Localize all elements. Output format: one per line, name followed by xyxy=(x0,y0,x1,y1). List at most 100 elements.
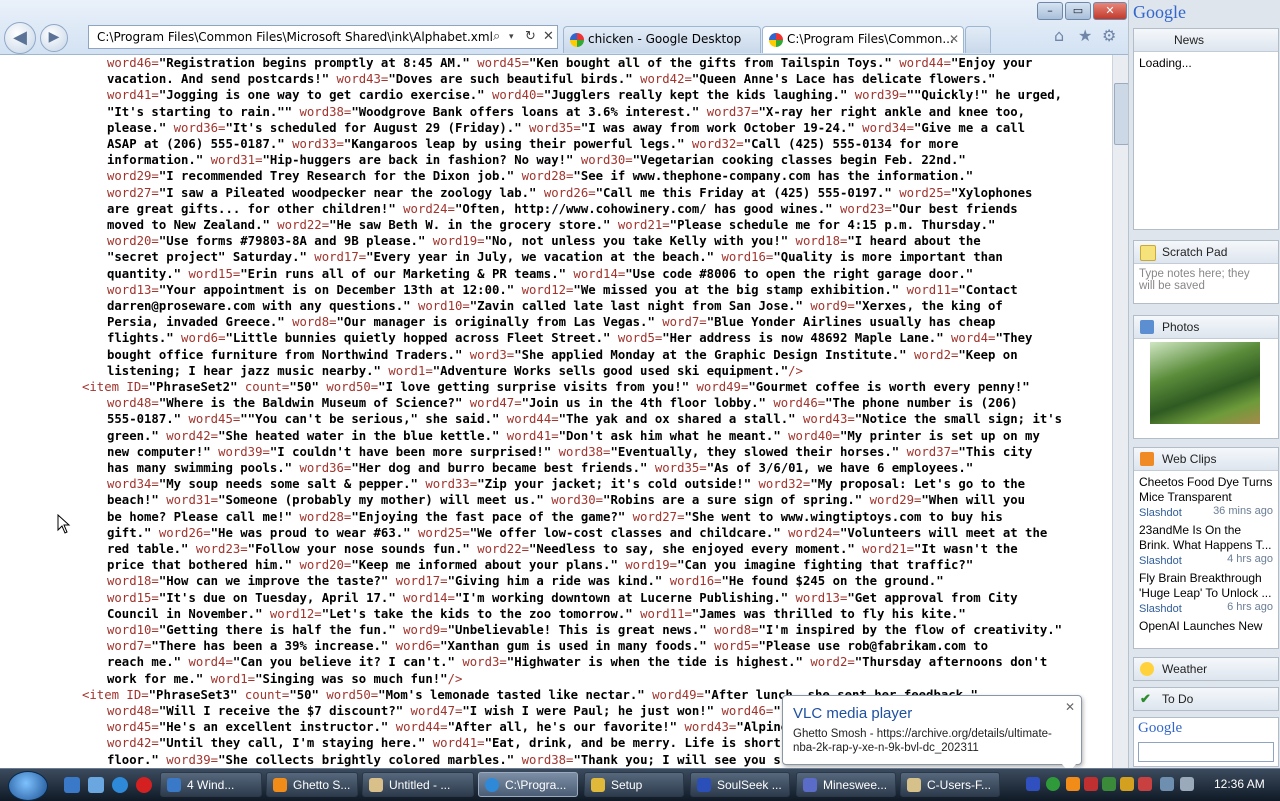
show-desktop-icon[interactable] xyxy=(64,777,80,793)
minimize-button[interactable]: – xyxy=(1037,2,1063,20)
xml-attribute-value: "Enjoy your xyxy=(951,56,1033,70)
gear-icon[interactable]: ⚙ xyxy=(1102,26,1116,45)
tray-icon[interactable] xyxy=(1046,777,1060,791)
xml-attribute-name: word7= xyxy=(662,315,707,330)
maximize-button[interactable]: ▭ xyxy=(1065,2,1091,20)
close-icon[interactable]: ✕ xyxy=(1065,700,1075,714)
xml-attribute-value: "I wish I were Paul; he just won!" xyxy=(462,704,722,718)
taskbar-label: Untitled - ... xyxy=(389,778,451,792)
xml-attribute-line: listening; I hear jazz music nearby." wo… xyxy=(107,364,803,378)
xml-attribute-value: "I love getting surprise visits from you… xyxy=(378,380,697,394)
vlc-notification[interactable]: VLC media player Ghetto Smosh - https://… xyxy=(782,695,1082,772)
xml-attribute-value: green." xyxy=(107,428,167,443)
home-icon[interactable]: ⌂ xyxy=(1054,26,1064,45)
xml-attribute-name: word19= xyxy=(432,234,485,249)
xml-attribute-value: "X-ray her right ankle and knee too, xyxy=(758,104,1026,119)
taskbar-item[interactable]: SoulSeek ... xyxy=(690,772,790,797)
tray-icon[interactable] xyxy=(1120,777,1134,791)
start-button[interactable] xyxy=(8,771,48,801)
xml-attribute-value: "Join us in the 4th floor lobby." xyxy=(521,396,774,411)
volume-icon[interactable] xyxy=(1180,777,1194,791)
network-icon[interactable] xyxy=(1160,777,1174,791)
xml-attribute-name: word36= xyxy=(173,120,226,135)
xml-attribute-name: word28= xyxy=(299,509,352,524)
taskbar-item[interactable]: Setup xyxy=(584,772,684,797)
taskbar-label: Mineswee... xyxy=(823,778,888,792)
scrollbar-thumb[interactable] xyxy=(1114,83,1129,145)
tray-icon[interactable] xyxy=(1102,777,1116,791)
xml-attribute-name: word47= xyxy=(410,704,463,718)
internet-explorer-icon[interactable] xyxy=(112,777,128,793)
refresh-icon[interactable]: ↻ xyxy=(525,26,536,48)
todo-gadget[interactable]: ✔ To Do xyxy=(1133,687,1279,711)
todo-header[interactable]: ✔ To Do xyxy=(1134,688,1278,710)
xml-attribute-value: "Kangaroos leap by using their powerful … xyxy=(343,137,692,151)
xml-attribute-name: word39= xyxy=(218,444,270,459)
xml-attribute-value: "PhraseSet3" xyxy=(148,687,245,702)
xml-attribute-value: "As of 3/6/01, we have 6 employees." xyxy=(706,461,974,475)
taskbar-item[interactable]: Mineswee... xyxy=(796,772,896,797)
tab-google-desktop[interactable]: chicken - Google Desktop xyxy=(563,26,761,53)
xml-attribute-line: word15="It's due on Tuesday, April 17." … xyxy=(107,591,1018,605)
taskbar-label: Setup xyxy=(611,778,643,792)
weather-gadget[interactable]: Weather xyxy=(1133,657,1279,681)
search-icon[interactable]: ⌕ xyxy=(493,26,500,48)
xml-attribute-value: "Will I receive the $7 discount?" xyxy=(158,704,411,718)
opera-icon[interactable] xyxy=(136,777,152,793)
xml-attribute-value: work for me." xyxy=(107,671,211,686)
taskbar-item[interactable]: C-Users-F... xyxy=(900,772,1000,797)
tray-icon[interactable] xyxy=(1084,777,1098,791)
weather-header[interactable]: Weather xyxy=(1134,658,1278,680)
stop-icon[interactable]: ✕ xyxy=(543,26,554,48)
minesweeper-icon xyxy=(803,778,817,792)
xml-attribute-value: "Use forms #79803-8A and 9B please." xyxy=(158,234,433,249)
taskbar-item[interactable]: Untitled - ... xyxy=(362,772,474,797)
taskbar-item[interactable]: 4 Wind... xyxy=(160,772,262,797)
back-button[interactable]: ◀ xyxy=(4,22,36,54)
google-search-input[interactable] xyxy=(1138,742,1274,762)
news-header[interactable]: News xyxy=(1134,29,1278,52)
xml-attribute-name: word34= xyxy=(862,120,914,135)
clip-title: Cheetos Food Dye Turns Mice Transparent xyxy=(1139,475,1273,504)
forest-photo[interactable] xyxy=(1150,342,1260,424)
clock[interactable]: 12:36 AM xyxy=(1214,777,1265,791)
xml-attribute-value: new computer!" xyxy=(107,444,219,459)
tab-alphabet-xml[interactable]: C:\Program Files\Common... ✕ xyxy=(762,26,964,53)
tray-icon[interactable] xyxy=(1026,777,1040,791)
web-clip-item[interactable]: Fly Brain Breakthrough 'Huge Leap' To Un… xyxy=(1139,571,1273,615)
web-clips-header[interactable]: Web Clips xyxy=(1134,448,1278,471)
news-gadget: News Loading... xyxy=(1133,28,1279,230)
xml-attribute-value: "Robins are a sure sign of spring." xyxy=(603,493,870,508)
xml-attribute-value: price that bothered him." xyxy=(107,558,300,573)
forward-button[interactable]: ▶ xyxy=(40,24,68,52)
xml-attribute-value: "Ken bought all of the gifts from Tailsp… xyxy=(529,56,900,70)
xml-attribute-value: ASAP at (206) 555-0187." xyxy=(107,137,293,151)
web-clip-item[interactable]: 23andMe Is On the Brink. What Happens T.… xyxy=(1139,523,1273,567)
xml-attribute-value: "Call (425) 555-0134 for more xyxy=(743,137,959,151)
xml-attribute-value: "Highwater is when the tide is highest." xyxy=(506,655,811,670)
taskbar-item[interactable]: C:\Progra... xyxy=(478,772,578,797)
close-button[interactable]: ✕ xyxy=(1093,2,1127,20)
taskbar-item[interactable]: Ghetto S... xyxy=(266,772,358,797)
xml-attribute-value: "Her address is now 48692 Maple Lane." xyxy=(662,331,952,346)
close-tab-icon[interactable]: ✕ xyxy=(949,27,959,51)
address-bar[interactable]: C:\Program Files\Common Files\Microsoft … xyxy=(88,25,558,49)
scratch-pad-input[interactable]: Type notes here; they will be saved xyxy=(1134,264,1278,296)
favorites-icon[interactable]: ★ xyxy=(1078,26,1092,45)
xml-attribute-name: word49= xyxy=(652,687,704,702)
xml-attribute-value: red table." xyxy=(107,542,196,556)
chevron-down-icon[interactable]: ▾ xyxy=(509,26,514,48)
web-clip-item[interactable]: OpenAI Launches New xyxy=(1139,619,1273,634)
scratch-pad-header[interactable]: Scratch Pad xyxy=(1134,241,1278,264)
vlc-tray-icon[interactable] xyxy=(1066,777,1080,791)
vertical-scrollbar[interactable] xyxy=(1112,55,1129,768)
switch-windows-icon[interactable] xyxy=(88,777,104,793)
xml-attribute-name: word13= xyxy=(107,282,159,297)
tray-icon[interactable] xyxy=(1138,777,1152,791)
web-clip-item[interactable]: Cheetos Food Dye Turns Mice Transparent S… xyxy=(1139,475,1273,519)
new-tab-button[interactable] xyxy=(965,26,991,53)
photos-header[interactable]: Photos xyxy=(1134,316,1278,339)
xml-attribute-value: "My soup needs some salt & pepper." xyxy=(158,477,426,492)
google-logo: Google xyxy=(1133,2,1186,22)
xml-attribute-name: <item ID= xyxy=(82,687,149,702)
